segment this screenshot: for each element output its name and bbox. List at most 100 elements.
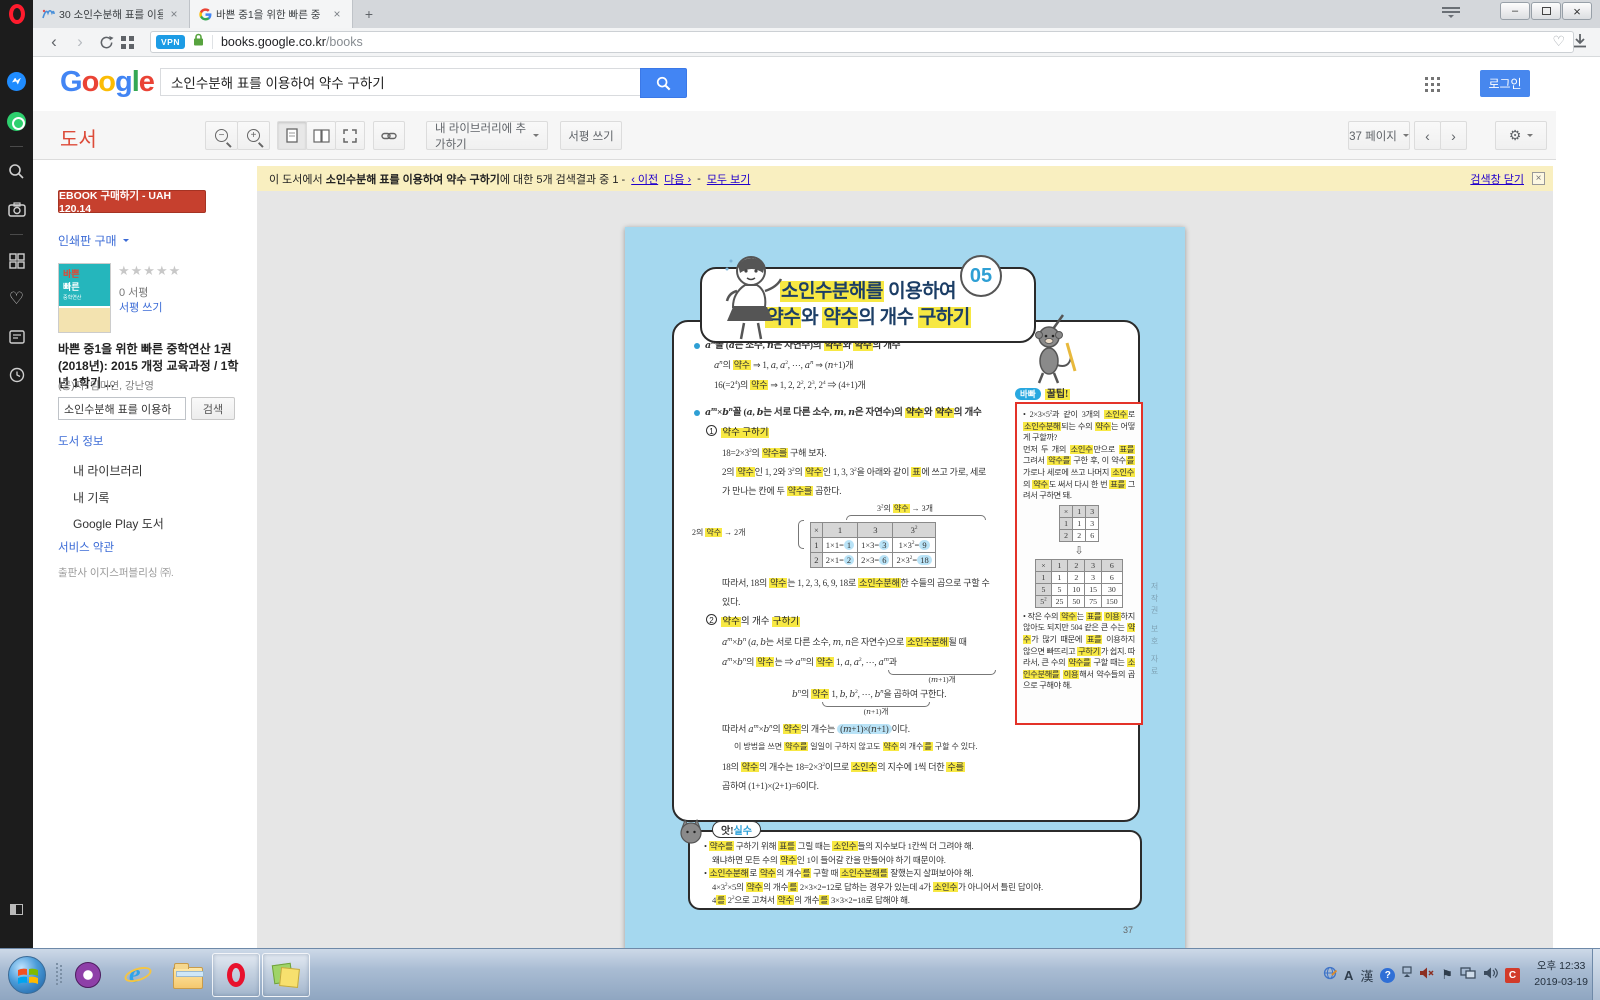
start-button[interactable] [8,956,46,994]
search-input[interactable] [160,68,640,96]
muted-speaker-icon[interactable] [1419,966,1434,985]
taskbar-clock[interactable]: 오후 12:33 2019-03-19 [1534,958,1588,990]
single-page-view-button[interactable] [277,121,307,150]
zoom-out-button[interactable]: − [205,121,238,150]
table-cell: 2 [1068,571,1085,583]
speed-dial-icon[interactable] [0,246,33,276]
sidebar-toggle-icon[interactable] [0,894,33,924]
table-cell: 2×1=2 [822,553,857,568]
vpn-badge[interactable]: VPN [156,35,185,49]
bookmark-heart-icon[interactable]: ♡ [1552,34,1565,50]
back-button[interactable]: ‹ [43,31,65,53]
common-mistake-box: 앗!실수 • 약수를 구하기 위해 표를 그릴 때는 소인수들의 지수보다 1칸… [688,830,1142,910]
view-all-link[interactable]: 모두 보기 [707,171,751,187]
cat-cartoon [678,818,704,844]
forward-button[interactable]: › [69,31,91,53]
taskbar-media-app-icon[interactable] [70,957,106,993]
app-tray-icon[interactable]: C [1505,968,1520,983]
login-button[interactable]: 로그인 [1480,70,1530,97]
book-page[interactable]: 05 소인수분해를 이용하여 약수와 약수의 개수 구하기 [625,227,1185,950]
link-button[interactable] [373,121,405,150]
tab-close-icon[interactable] [167,7,181,21]
windows-taskbar: e A 漢 ? ⚑ C [0,948,1600,1000]
book-info-link[interactable]: 도서 정보 [58,433,104,449]
buy-print-link[interactable]: 인쇄판 구매 [58,232,129,249]
tab-prev-page[interactable]: 30 소인수분해 표를 이용 [33,0,190,28]
two-page-view-button[interactable] [306,121,336,150]
close-button[interactable] [1562,2,1592,20]
cover-text: 중학연산 [59,293,110,301]
buy-ebook-button[interactable]: EBOOK 구매하기 - UAH 120.14 [58,190,206,213]
page-select-dropdown[interactable]: 37 페이지 [1348,121,1410,150]
copyright-watermark: 저작권 보호 자료 [1149,582,1160,678]
opera-logo-icon[interactable] [0,0,33,28]
speed-dial-grid-icon[interactable] [121,36,143,58]
tray-expand-icon[interactable] [1402,966,1412,985]
next-page-button[interactable]: › [1440,121,1467,150]
news-icon[interactable] [0,322,33,352]
cover-art [59,306,110,332]
ime-language-icon[interactable]: A [1344,968,1353,983]
in-book-search-input[interactable] [58,397,186,420]
whatsapp-icon[interactable] [0,106,33,136]
my-library-item[interactable]: 내 라이브러리 [73,462,143,479]
book-cover-thumbnail[interactable]: 바쁜 빠른 중학연산 [58,263,111,333]
add-to-library-button[interactable]: 내 라이브러리에 추가하기 [426,121,548,150]
download-icon[interactable] [1572,33,1588,54]
tab-current-page[interactable]: 바쁜 중1을 위한 빠른 중 [190,0,353,28]
google-logo[interactable]: Google [60,66,154,99]
taskbar-divider [56,963,58,965]
google-play-books-item[interactable]: Google Play 도서 [73,515,164,532]
taskbar-internet-explorer-icon[interactable]: e [120,957,156,993]
search-button[interactable] [640,68,687,98]
history-clock-icon[interactable] [0,360,33,390]
input-method-icon[interactable] [1323,966,1337,985]
tab-close-icon[interactable] [330,7,344,21]
zoom-in-button[interactable]: + [237,121,270,150]
divider [10,234,23,235]
table-cell: × [1059,505,1072,517]
terms-link[interactable]: 서비스 약관 [58,539,114,555]
rating-stars[interactable]: ★★★★★ [118,264,181,279]
reload-button[interactable] [95,31,117,53]
table-row: ×1236 [1036,559,1122,571]
close-search-bar-link[interactable]: 검색창 닫기 [1470,171,1524,187]
divider [212,35,213,49]
my-history-item[interactable]: 내 기록 [73,489,109,506]
apps-grid-icon[interactable] [1425,77,1428,80]
write-review-link[interactable]: 서평 쓰기 [119,299,163,315]
show-desktop-button[interactable] [1592,949,1600,1000]
tab-menu-icon[interactable] [1442,7,1460,21]
network-icon[interactable] [1460,966,1476,985]
in-book-search-button[interactable]: 검색 [191,397,235,420]
previous-result-link[interactable]: ‹ 이전 [631,171,658,187]
ime-hanja-icon[interactable]: 漢 [1360,966,1373,985]
speaker-icon[interactable] [1483,966,1498,985]
table-cell: 1 [822,523,857,538]
snapshot-camera-icon[interactable] [0,194,33,224]
settings-gear-button[interactable]: ⚙ [1495,121,1547,150]
tip-paragraph: • 2×3×52과 같이 3개의 소인수로 소인수분해되는 수의 약수는 어떻게… [1023,409,1135,444]
concept2-note: 이 방법을 쓰면 약수를 일일이 구하지 않고도 약수의 개수를 구할 수 있다… [734,740,1138,754]
review-count: 0 서평 [119,284,148,300]
help-icon[interactable]: ? [1380,968,1395,983]
taskbar-opera-icon[interactable] [218,957,254,993]
next-result-link[interactable]: 다음 › [664,171,691,187]
action-center-flag-icon[interactable]: ⚑ [1441,968,1453,983]
url-host: books.google.co.kr [221,35,326,49]
divisor-table-block: 32의 약수 → 3개 ×133211×1=11×3=31×32=922×1=2… [810,503,1000,568]
new-tab-button[interactable] [361,6,377,22]
address-bar[interactable]: VPN books.google.co.kr/books ♡ [150,31,1574,53]
minimize-button[interactable] [1500,2,1530,20]
taskbar-explorer-folder-icon[interactable] [170,957,206,993]
fullscreen-button[interactable] [335,121,365,150]
restore-button[interactable] [1531,2,1561,20]
search-icon[interactable] [0,156,33,186]
previous-page-button[interactable]: ‹ [1414,121,1441,150]
taskbar-notes-icon[interactable] [268,957,304,993]
write-review-button[interactable]: 서평 쓰기 [560,121,622,150]
messenger-icon[interactable] [0,66,33,96]
books-toolbar: 도서 − + 내 라이브러리에 추가하기 서평 쓰기 37 페이지 ‹ › ⚙ [33,111,1556,160]
bookmarks-heart-icon[interactable]: ♡ [0,284,33,314]
close-search-icon[interactable]: × [1532,172,1545,185]
